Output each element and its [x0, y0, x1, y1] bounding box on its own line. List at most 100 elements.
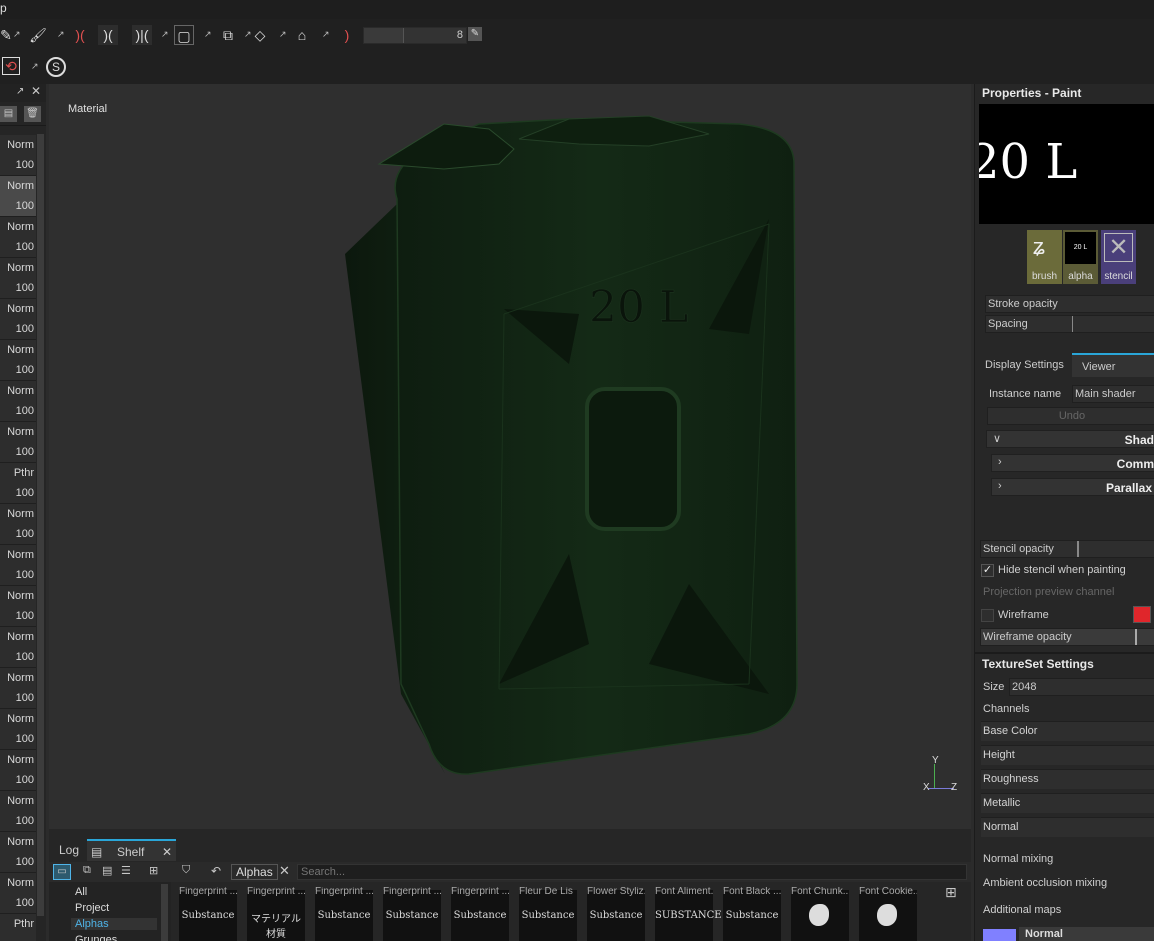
delete-layer-icon[interactable]: 🗑: [24, 106, 41, 122]
category-alphas[interactable]: Alphas: [71, 918, 157, 930]
brush-slot[interactable]: ʑ brush: [1027, 230, 1062, 284]
alpha-thumbnail[interactable]: Font Aliment... SUBSTANCE: [655, 887, 722, 941]
shelf-search-input[interactable]: [297, 864, 967, 880]
layer-row[interactable]: Norm 100: [0, 176, 36, 217]
reset-icon[interactable]: ↶: [211, 864, 221, 878]
stencil-opacity-handle[interactable]: [1077, 541, 1079, 557]
layer-row[interactable]: Norm 100: [0, 545, 36, 586]
filter-icon[interactable]: ⛉: [182, 864, 190, 877]
alpha-slot[interactable]: 20 L alpha: [1063, 230, 1098, 284]
alpha-thumbnail[interactable]: Fingerprint ... Substance: [179, 887, 237, 941]
layer-row[interactable]: Norm 100: [0, 873, 36, 914]
import-icon[interactable]: ⧉: [83, 864, 91, 877]
layer-row[interactable]: Norm 100: [0, 217, 36, 258]
screenshot-icon[interactable]: ⌂: [292, 25, 312, 45]
layer-blend-mode[interactable]: Norm: [7, 180, 34, 192]
layer-blend-mode[interactable]: Norm: [7, 426, 34, 438]
layer-row[interactable]: Norm 100: [0, 791, 36, 832]
cube-view-icon[interactable]: ▢: [174, 25, 194, 45]
clear-filter-icon[interactable]: ✕: [279, 863, 290, 879]
object-cube-icon[interactable]: ◇: [250, 25, 270, 45]
alpha-thumbnail[interactable]: Flower Styliz... Substance: [587, 887, 645, 941]
layer-blend-mode[interactable]: Norm: [7, 877, 34, 889]
tool-popout-icon[interactable]: ↗: [204, 29, 214, 39]
tab-viewer-settings[interactable]: Viewer Settings: [1072, 353, 1154, 397]
layers-scrollbar[interactable]: [37, 134, 44, 916]
section-parallax[interactable]: › Parallax: [991, 478, 1154, 496]
category-all[interactable]: All: [75, 886, 87, 898]
layer-row[interactable]: Norm 100: [0, 586, 36, 627]
category-project[interactable]: Project: [75, 902, 109, 914]
spacing-slider[interactable]: Spacing: [985, 315, 1154, 333]
tool-popout-icon[interactable]: ↗: [161, 29, 171, 39]
layer-opacity[interactable]: 100: [16, 323, 34, 335]
layer-row[interactable]: Norm 100: [0, 832, 36, 873]
layer-row[interactable]: Norm 100: [0, 627, 36, 668]
layer-opacity[interactable]: 100: [16, 159, 34, 171]
menu-item-help[interactable]: p: [0, 1, 7, 15]
layer-opacity[interactable]: 100: [16, 856, 34, 868]
layer-row[interactable]: Norm 100: [0, 504, 36, 545]
alpha-thumbnail[interactable]: Font Chunk...: [791, 887, 849, 941]
layer-opacity[interactable]: 100: [16, 733, 34, 745]
layer-blend-mode[interactable]: Norm: [7, 385, 34, 397]
tab-display-settings[interactable]: Display Settings: [975, 353, 1074, 377]
channel-roughness[interactable]: Roughness: [981, 769, 1154, 789]
layer-opacity[interactable]: 100: [16, 241, 34, 253]
alpha-thumbnail[interactable]: Font Black ... Substance: [723, 887, 781, 941]
layer-row[interactable]: Norm 100: [0, 668, 36, 709]
layer-row[interactable]: Norm 100: [0, 340, 36, 381]
normal-map-slot[interactable]: Normal: [1019, 927, 1154, 941]
stencil-slot[interactable]: ✕ stencil: [1101, 230, 1136, 284]
camera-icon[interactable]: ⧉: [218, 25, 238, 45]
wireframe-opacity-slider[interactable]: Wireframe opacity: [980, 628, 1154, 646]
spacing-slider-handle[interactable]: [1072, 316, 1073, 332]
symmetry-tool-icon[interactable]: )|(: [132, 25, 152, 45]
tool-popout-icon[interactable]: ↗: [13, 29, 23, 39]
categories-scrollbar[interactable]: [161, 884, 168, 941]
layer-blend-mode[interactable]: Pthr: [14, 918, 34, 930]
channel-normal[interactable]: Normal: [981, 817, 1154, 837]
layer-blend-mode[interactable]: Norm: [7, 303, 34, 315]
list-icon[interactable]: ☰: [121, 864, 131, 877]
layer-blend-mode[interactable]: Norm: [7, 713, 34, 725]
brush-size-slider[interactable]: 8: [363, 27, 467, 44]
layer-opacity[interactable]: 100: [16, 200, 34, 212]
tool-popout-icon[interactable]: ↗: [279, 29, 289, 39]
alpha-thumbnail[interactable]: Fleur De Lis Substance: [519, 887, 577, 941]
layer-opacity[interactable]: 100: [16, 446, 34, 458]
new-folder-icon[interactable]: ▤: [102, 864, 112, 877]
layer-row[interactable]: Norm 100: [0, 422, 36, 463]
tool-popout-icon[interactable]: ↗: [57, 29, 67, 39]
section-common[interactable]: › Comm: [991, 454, 1154, 472]
layer-blend-mode[interactable]: Norm: [7, 221, 34, 233]
undo-button[interactable]: Undo: [987, 407, 1154, 425]
alpha-thumbnail[interactable]: Font Cookie...: [859, 887, 917, 941]
alpha-thumbnail[interactable]: Fingerprint ... Substance: [451, 887, 509, 941]
brush-tool-icon[interactable]: 🖌: [28, 25, 48, 45]
layer-blend-mode[interactable]: Norm: [7, 672, 34, 684]
layer-row[interactable]: Norm 100: [0, 750, 36, 791]
channel-height[interactable]: Height: [981, 745, 1154, 765]
layer-blend-mode[interactable]: Norm: [7, 262, 34, 274]
size-dropdown[interactable]: 2048: [1009, 678, 1154, 696]
wireframe-checkbox[interactable]: [981, 609, 994, 622]
layer-blend-mode[interactable]: Pthr: [14, 467, 34, 479]
tool-popout-icon[interactable]: ↗: [322, 29, 332, 39]
layer-blend-mode[interactable]: Norm: [7, 836, 34, 848]
layer-opacity[interactable]: 100: [16, 282, 34, 294]
layer-opacity[interactable]: 100: [16, 692, 34, 704]
alpha-thumbnail[interactable]: Fingerprint ... Substance: [315, 887, 373, 941]
grid-view-icon[interactable]: ⊞: [945, 884, 957, 901]
smudge-tool-icon[interactable]: )(: [70, 25, 90, 45]
normal-map-swatch[interactable]: [983, 929, 1016, 941]
stencil-opacity-slider[interactable]: Stencil opacity: [980, 540, 1154, 558]
layer-opacity[interactable]: 100: [16, 364, 34, 376]
mirror-icon[interactable]: ): [337, 25, 357, 45]
layer-blend-mode[interactable]: Norm: [7, 754, 34, 766]
add-folder-icon[interactable]: ▤: [0, 106, 17, 122]
layer-opacity[interactable]: 100: [16, 815, 34, 827]
substance-logo-icon[interactable]: S: [46, 57, 66, 77]
wireframe-opacity-handle[interactable]: [1135, 629, 1137, 645]
layer-row[interactable]: Pthr: [0, 914, 36, 941]
